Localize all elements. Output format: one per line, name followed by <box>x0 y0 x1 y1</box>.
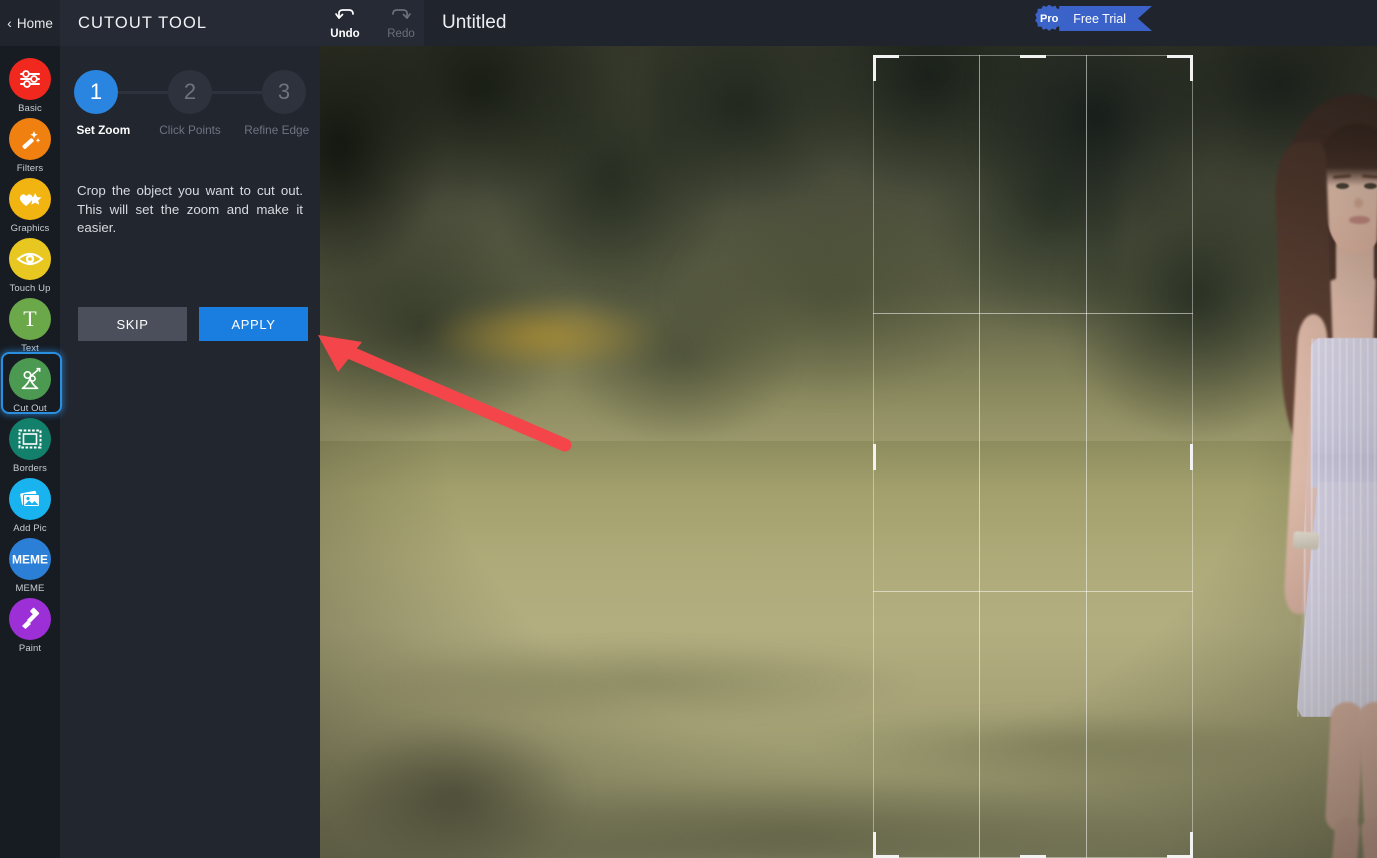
apply-button-label: APPLY <box>231 316 276 332</box>
cutout-scissor-icon <box>9 358 51 400</box>
home-button[interactable]: ‹ Home <box>0 0 60 46</box>
sidebar-item-meme[interactable]: MEME MEME <box>0 538 60 598</box>
pro-label: Pro <box>1040 12 1059 25</box>
pro-starburst-icon: Pro <box>1035 4 1064 33</box>
step-1-circle[interactable]: 1 <box>74 70 118 114</box>
sidebar-item-touch-up[interactable]: Touch Up <box>0 238 60 298</box>
undo-arrow-icon <box>334 7 356 29</box>
instruction-text: Crop the object you want to cut out. Thi… <box>77 183 303 235</box>
sliders-icon <box>9 58 51 100</box>
magic-wand-icon <box>9 118 51 160</box>
svg-text:T: T <box>23 307 37 331</box>
redo-label: Redo <box>387 27 415 40</box>
text-t-icon: T <box>9 298 51 340</box>
step-2-number: 2 <box>183 79 197 104</box>
free-trial-label: Free Trial <box>1073 11 1126 26</box>
sidebar-item-text[interactable]: T Text <box>0 298 60 358</box>
sidebar-item-basic[interactable]: Basic <box>0 58 60 118</box>
tool-title: CUTOUT TOOL <box>78 13 208 32</box>
step-connector-1 <box>118 90 168 94</box>
sidebar-item-label: Graphics <box>10 223 50 234</box>
step-3-number: 3 <box>277 79 291 104</box>
skip-button-label: SKIP <box>116 316 149 332</box>
sidebar-item-label: Paint <box>18 643 42 654</box>
step-indicator: 1 2 3 Set Zoom Click Points Refine Edge <box>60 46 320 146</box>
sidebar-item-filters[interactable]: Filters <box>0 118 60 178</box>
step-2-label: Click Points <box>159 123 221 137</box>
frame-icon <box>9 418 51 460</box>
step-connector-2 <box>212 90 262 94</box>
step-1-label: Set Zoom <box>76 123 131 137</box>
tool-rail: Basic Filters Graphics Touch Up T Text C… <box>0 42 62 858</box>
redo-arrow-icon <box>390 7 412 29</box>
document-title: Untitled <box>442 12 507 33</box>
photo-vignette <box>320 46 1377 858</box>
meme-icon: MEME <box>9 538 51 580</box>
photos-icon <box>9 478 51 520</box>
step-3-label: Refine Edge <box>244 123 310 137</box>
sidebar-item-paint[interactable]: Paint <box>0 598 60 658</box>
skip-button[interactable]: SKIP <box>78 307 187 341</box>
chevron-left-icon: ‹ <box>7 15 12 31</box>
top-bar: ‹ Home CUTOUT TOOL Undo Redo Untitled <box>0 0 1377 46</box>
apply-button[interactable]: APPLY <box>199 307 308 341</box>
step-3-circle[interactable]: 3 <box>262 70 306 114</box>
eye-icon <box>9 238 51 280</box>
sidebar-item-label: Cut Out <box>13 403 47 414</box>
sidebar-item-add-pic[interactable]: Add Pic <box>0 478 60 538</box>
image-canvas[interactable] <box>320 46 1377 858</box>
svg-text:MEME: MEME <box>12 553 48 567</box>
sidebar-item-borders[interactable]: Borders <box>0 418 60 478</box>
star-heart-icon <box>9 178 51 220</box>
tool-title-container: CUTOUT TOOL <box>60 0 322 46</box>
paint-brush-icon <box>9 598 51 640</box>
panel-button-row: SKIP APPLY <box>78 307 308 341</box>
sidebar-item-graphics[interactable]: Graphics <box>0 178 60 238</box>
redo-button[interactable]: Redo <box>380 7 422 40</box>
home-button-label: Home <box>16 15 53 31</box>
free-trial-flag[interactable]: Free Trial <box>1059 6 1152 31</box>
tool-rail-list: Basic Filters Graphics Touch Up T Text C… <box>0 46 62 658</box>
edited-photo <box>320 46 1377 858</box>
sidebar-item-label: Basic <box>18 103 42 114</box>
sidebar-item-label: Text <box>21 343 39 354</box>
sidebar-item-label: MEME <box>15 583 45 594</box>
undo-button[interactable]: Undo <box>324 7 366 40</box>
undo-label: Undo <box>330 27 360 40</box>
undo-redo-group: Undo Redo <box>322 0 424 46</box>
sidebar-item-label: Filters <box>16 163 44 174</box>
sidebar-item-label: Borders <box>13 463 47 474</box>
editor-window: ‹ Home CUTOUT TOOL Undo Redo Untitled Pr… <box>0 0 1377 858</box>
step-2-circle[interactable]: 2 <box>168 70 212 114</box>
document-title-container[interactable]: Untitled <box>424 0 1377 46</box>
options-panel: 1 2 3 Set Zoom Click Points Refine Edge … <box>60 46 320 858</box>
sidebar-item-cut-out[interactable]: Cut Out <box>0 352 62 418</box>
sidebar-item-label: Touch Up <box>9 283 51 294</box>
step-labels: Set Zoom Click Points Refine Edge <box>60 123 320 137</box>
step-1-number: 1 <box>89 79 103 104</box>
pro-free-trial-badge[interactable]: Pro Free Trial <box>1035 4 1152 33</box>
sidebar-item-label: Add Pic <box>13 523 47 534</box>
